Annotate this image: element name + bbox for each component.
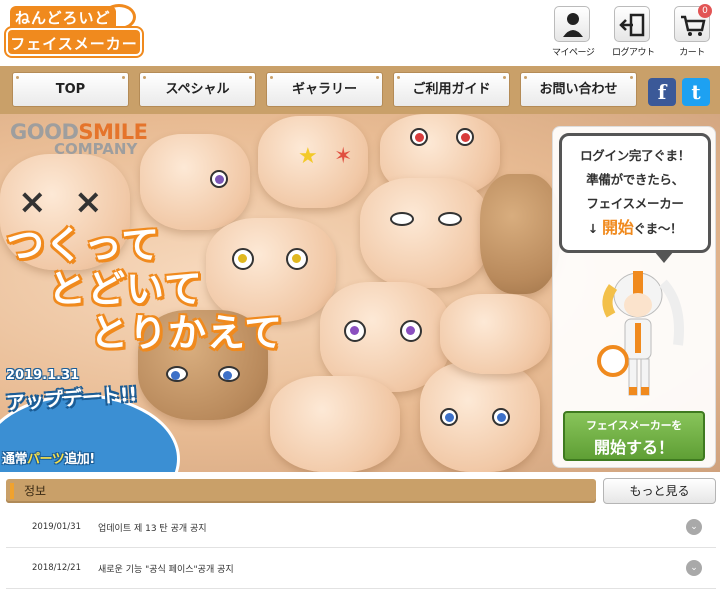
mypage-button[interactable]: マイページ <box>552 6 595 58</box>
logout-icon <box>614 6 650 42</box>
nav-gallery[interactable]: ギャラリー <box>266 72 383 107</box>
info-section-header: 정보 <box>6 479 596 503</box>
speech-bubble: ログイン完了ぐま！ 準備ができたら、 フェイスメーカー ↓ 開始ぐま～！ <box>559 133 711 263</box>
logo-line2: フェイスメーカー <box>6 28 142 56</box>
news-item[interactable]: 2019/01/31 업데이트 제 13 탄 공개 공지 ⌄ <box>6 510 716 548</box>
nav-guide[interactable]: ご利用ガイド <box>393 72 510 107</box>
twitter-icon[interactable]: t <box>682 78 710 106</box>
face-part-image <box>420 362 540 472</box>
more-button[interactable]: もっと見る <box>603 478 716 504</box>
slogan-line3: とりかえて <box>90 311 284 355</box>
logout-label: ログアウト <box>612 48 655 58</box>
chevron-down-icon[interactable]: ⌄ <box>686 560 702 576</box>
info-marker-icon <box>10 483 14 499</box>
news-title: 업데이트 제 13 탄 공개 공지 <box>98 524 207 534</box>
update-badge[interactable]: 2019.1.31 アップデート!! 通常パーツ追加! <box>0 354 186 472</box>
main-nav: TOP スペシャル ギャラリー ご利用ガイド お問い合わせ f t <box>0 66 720 114</box>
user-icon <box>554 6 590 42</box>
site-logo[interactable]: ねんどろいど NENDOROID・FACE MAKER フェイスメーカー <box>6 4 142 58</box>
cart-count-badge: 0 <box>698 4 712 18</box>
news-date: 2019/01/31 <box>32 522 81 532</box>
nav-special[interactable]: スペシャル <box>139 72 256 107</box>
hero-banner[interactable]: ★ ✶ × × GOODSMILE COMPANY つくって とどいて とりかえ… <box>0 114 720 472</box>
chevron-down-icon[interactable]: ⌄ <box>686 519 702 535</box>
cart-button[interactable]: 0 カート <box>672 4 712 58</box>
face-part-image <box>480 174 560 294</box>
mascot-figure-image <box>583 265 693 405</box>
face-part-image <box>440 294 550 374</box>
news-date: 2018/12/21 <box>32 563 81 573</box>
parts-added-label: 通常パーツ追加! <box>2 452 95 467</box>
update-date: 2019.1.31 <box>6 368 80 383</box>
start-panel: ログイン完了ぐま！ 準備ができたら、 フェイスメーカー ↓ 開始ぐま～！ フェイ… <box>552 126 716 468</box>
facebook-icon[interactable]: f <box>648 78 676 106</box>
mypage-label: マイページ <box>552 48 595 58</box>
nav-top[interactable]: TOP <box>12 72 129 107</box>
face-part-image <box>360 178 490 288</box>
info-title: 정보 <box>24 484 47 498</box>
page: ねんどろいど NENDOROID・FACE MAKER フェイスメーカー マイペ… <box>0 0 720 601</box>
face-part-image <box>270 376 400 472</box>
cart-icon: 0 <box>674 4 712 42</box>
start-facemaker-button[interactable]: フェイスメーカーを 開始する！ <box>563 411 705 461</box>
logout-button[interactable]: ログアウト <box>612 6 655 58</box>
nav-contact[interactable]: お問い合わせ <box>520 72 637 107</box>
news-item[interactable]: 2018/12/21 새로운 기능 "공식 페이스"공개 공지 ⌄ <box>6 551 716 589</box>
header: ねんどろいど NENDOROID・FACE MAKER フェイスメーカー マイペ… <box>0 0 720 66</box>
news-title: 새로운 기능 "공식 페이스"공개 공지 <box>98 565 234 575</box>
face-part-image: ★ ✶ <box>258 116 368 208</box>
cart-label: カート <box>679 48 705 58</box>
brand-company: COMPANY <box>54 140 138 158</box>
gsc-logo: GOODSMILE COMPANY <box>10 120 148 158</box>
